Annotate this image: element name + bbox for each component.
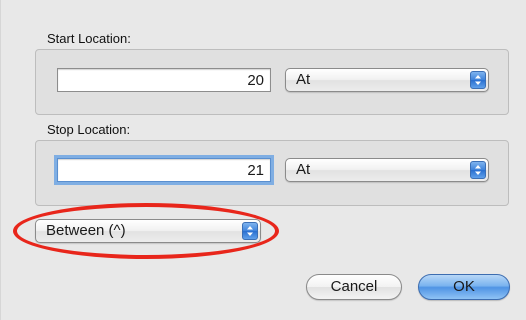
annotation-oval [13,203,279,259]
start-mode-value: At [296,71,311,88]
start-mode-popup[interactable]: At [285,68,489,92]
stop-location-label: Stop Location: [47,122,131,137]
stop-mode-popup[interactable]: At [285,158,489,182]
up-down-arrows-icon [470,161,486,179]
cancel-button[interactable]: Cancel [306,274,402,300]
start-location-label: Start Location: [47,31,131,46]
up-down-arrows-icon [470,71,486,89]
ok-button[interactable]: OK [418,274,510,300]
stop-location-input[interactable]: 21 [57,158,271,182]
stop-mode-value: At [296,161,311,178]
start-location-input[interactable]: 20 [57,68,271,92]
location-dialog: Start Location: 20 At Stop Location: 21 … [0,0,526,320]
